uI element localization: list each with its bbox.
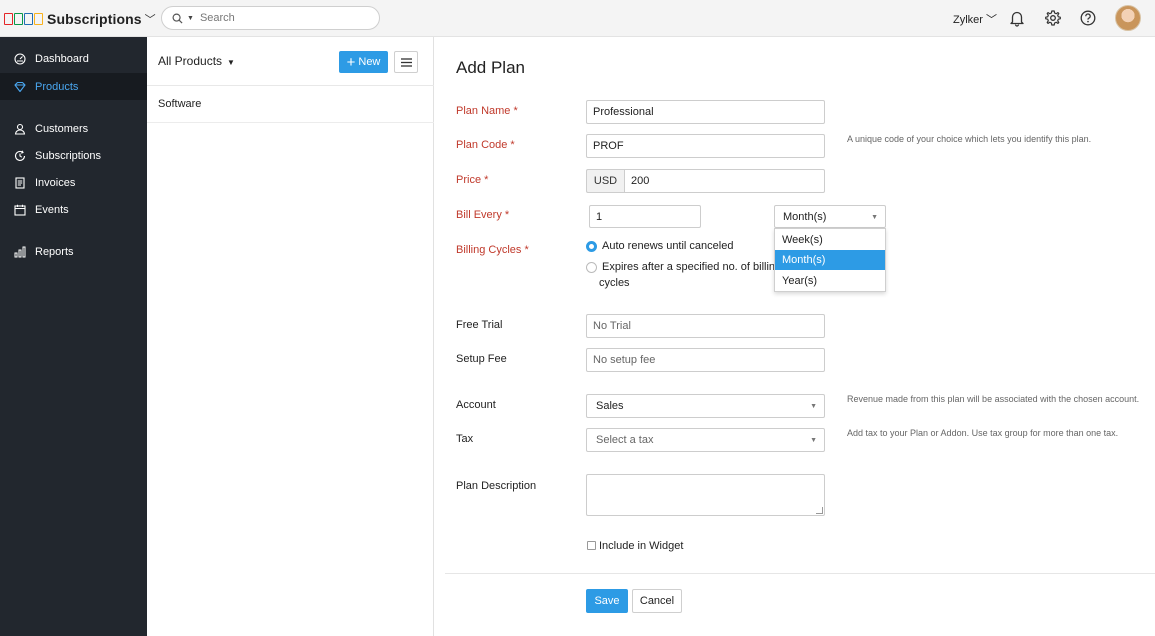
auto-renew-label: Auto renews until canceled bbox=[602, 240, 734, 252]
sidebar-item-reports[interactable]: Reports bbox=[0, 238, 147, 265]
auto-renew-radio[interactable] bbox=[586, 241, 597, 252]
search-input[interactable] bbox=[199, 12, 370, 24]
events-icon bbox=[14, 204, 26, 216]
sidebar-item-invoices[interactable]: Invoices bbox=[0, 169, 147, 196]
dashboard-icon bbox=[14, 52, 26, 65]
divider bbox=[445, 573, 1155, 574]
page-title: Add Plan bbox=[456, 58, 525, 77]
currency-badge: USD bbox=[586, 169, 624, 193]
sidebar-item-products[interactable]: Products bbox=[0, 73, 147, 100]
caret-down-icon: ▼ bbox=[810, 437, 817, 444]
caret-down-icon: ▼ bbox=[871, 214, 878, 221]
plan-description-label: Plan Description bbox=[456, 480, 537, 492]
setup-fee-label: Setup Fee bbox=[456, 353, 507, 365]
dropdown-option-year[interactable]: Year(s) bbox=[775, 271, 885, 291]
expires-label-line1: Expires after a specified no. of billing bbox=[602, 261, 782, 273]
include-widget-label: Include in Widget bbox=[599, 540, 684, 552]
avatar[interactable] bbox=[1115, 5, 1141, 31]
tax-label: Tax bbox=[456, 433, 474, 445]
list-header: All Products ▼ + New bbox=[147, 37, 434, 86]
free-trial-label: Free Trial bbox=[456, 319, 503, 331]
bill-unit-value: Month(s) bbox=[783, 210, 827, 223]
products-icon bbox=[14, 81, 26, 92]
bill-unit-dropdown: Week(s) Month(s) Year(s) bbox=[774, 228, 886, 292]
account-label: Account bbox=[456, 399, 496, 411]
sidebar-item-label: Invoices bbox=[35, 176, 76, 189]
resize-handle-icon[interactable] bbox=[816, 507, 823, 514]
sidebar-item-label: Dashboard bbox=[35, 52, 89, 65]
zoho-logo-icon bbox=[4, 13, 44, 25]
cancel-button[interactable]: Cancel bbox=[632, 589, 682, 613]
bell-icon[interactable] bbox=[1008, 9, 1026, 27]
plan-description-textarea[interactable] bbox=[586, 474, 825, 516]
bill-unit-select[interactable]: Month(s) ▼ bbox=[774, 205, 886, 228]
invoices-icon bbox=[15, 176, 25, 189]
app-logo[interactable]: Subscriptions ﹀ bbox=[4, 9, 156, 29]
list-filter-dropdown[interactable]: All Products ▼ bbox=[158, 54, 235, 68]
tax-select[interactable]: Select a tax ▼ bbox=[586, 428, 825, 452]
dropdown-option-week[interactable]: Week(s) bbox=[775, 230, 885, 250]
caret-down-icon: ▼ bbox=[227, 58, 235, 67]
caret-down-icon: ▼ bbox=[810, 403, 817, 410]
org-switcher[interactable]: Zylker ﹀ bbox=[953, 11, 997, 27]
plus-icon: + bbox=[346, 53, 356, 71]
org-name: Zylker bbox=[953, 14, 983, 26]
account-hint: Revenue made from this plan will be asso… bbox=[847, 394, 1140, 404]
new-button-label: New bbox=[358, 56, 381, 68]
sidebar-item-customers[interactable]: Customers bbox=[0, 115, 147, 142]
subscriptions-icon bbox=[14, 150, 26, 161]
chevron-down-icon: ﹀ bbox=[986, 14, 998, 26]
help-icon[interactable] bbox=[1079, 9, 1097, 27]
plan-code-hint: A unique code of your choice which lets … bbox=[847, 134, 1092, 144]
dropdown-option-month[interactable]: Month(s) bbox=[775, 250, 885, 270]
save-button[interactable]: Save bbox=[586, 589, 628, 613]
setup-fee-input[interactable]: No setup fee bbox=[586, 348, 825, 372]
tax-hint: Add tax to your Plan or Addon. Use tax g… bbox=[847, 428, 1119, 438]
top-bar: Subscriptions ﹀ ▼ Zylker ﹀ bbox=[0, 0, 1155, 37]
hamburger-icon bbox=[400, 57, 412, 67]
sidebar-item-dashboard[interactable]: Dashboard bbox=[0, 45, 147, 72]
add-plan-form: Add Plan Plan Name * Professional Plan C… bbox=[435, 37, 1155, 636]
gear-icon[interactable] bbox=[1044, 9, 1062, 27]
tax-placeholder: Select a tax bbox=[596, 434, 654, 446]
expires-label-line2: cycles bbox=[599, 277, 630, 289]
plan-name-label: Plan Name * bbox=[456, 105, 518, 117]
list-title: All Products bbox=[158, 54, 223, 68]
sidebar-item-events[interactable]: Events bbox=[0, 196, 147, 223]
sidebar-item-subscriptions[interactable]: Subscriptions bbox=[0, 142, 147, 169]
search-icon bbox=[172, 13, 183, 24]
sidebar-item-label: Subscriptions bbox=[35, 149, 102, 162]
search-box[interactable]: ▼ bbox=[161, 6, 380, 30]
account-select[interactable]: Sales ▼ bbox=[586, 394, 825, 418]
sidebar: Dashboard Products Customers Subscriptio… bbox=[0, 37, 147, 636]
price-label: Price * bbox=[456, 174, 489, 186]
expires-radio[interactable] bbox=[586, 262, 597, 273]
price-input[interactable]: 200 bbox=[624, 169, 825, 193]
sidebar-item-label: Reports bbox=[35, 245, 74, 258]
search-scope-caret-icon[interactable]: ▼ bbox=[187, 15, 194, 22]
new-product-button[interactable]: + New bbox=[339, 51, 388, 73]
account-value: Sales bbox=[596, 400, 624, 412]
app-title: Subscriptions bbox=[47, 11, 142, 27]
customers-icon bbox=[14, 123, 26, 135]
billing-cycles-label: Billing Cycles * bbox=[456, 244, 529, 256]
bill-every-label: Bill Every * bbox=[456, 209, 510, 221]
sidebar-item-label: Events bbox=[35, 203, 69, 216]
include-widget-checkbox[interactable] bbox=[587, 541, 596, 550]
bill-every-input[interactable]: 1 bbox=[589, 205, 701, 228]
list-menu-button[interactable] bbox=[394, 51, 418, 73]
plan-name-input[interactable]: Professional bbox=[586, 100, 825, 124]
plan-code-label: Plan Code * bbox=[456, 139, 515, 151]
sidebar-item-label: Products bbox=[35, 80, 79, 93]
product-list-pane: All Products ▼ + New Software bbox=[147, 37, 434, 636]
reports-icon bbox=[14, 246, 26, 257]
free-trial-input[interactable]: No Trial bbox=[586, 314, 825, 338]
sidebar-item-label: Customers bbox=[35, 122, 89, 135]
chevron-down-icon[interactable]: ﹀ bbox=[145, 11, 156, 27]
plan-code-input[interactable]: PROF bbox=[586, 134, 825, 158]
list-item[interactable]: Software bbox=[147, 87, 434, 123]
